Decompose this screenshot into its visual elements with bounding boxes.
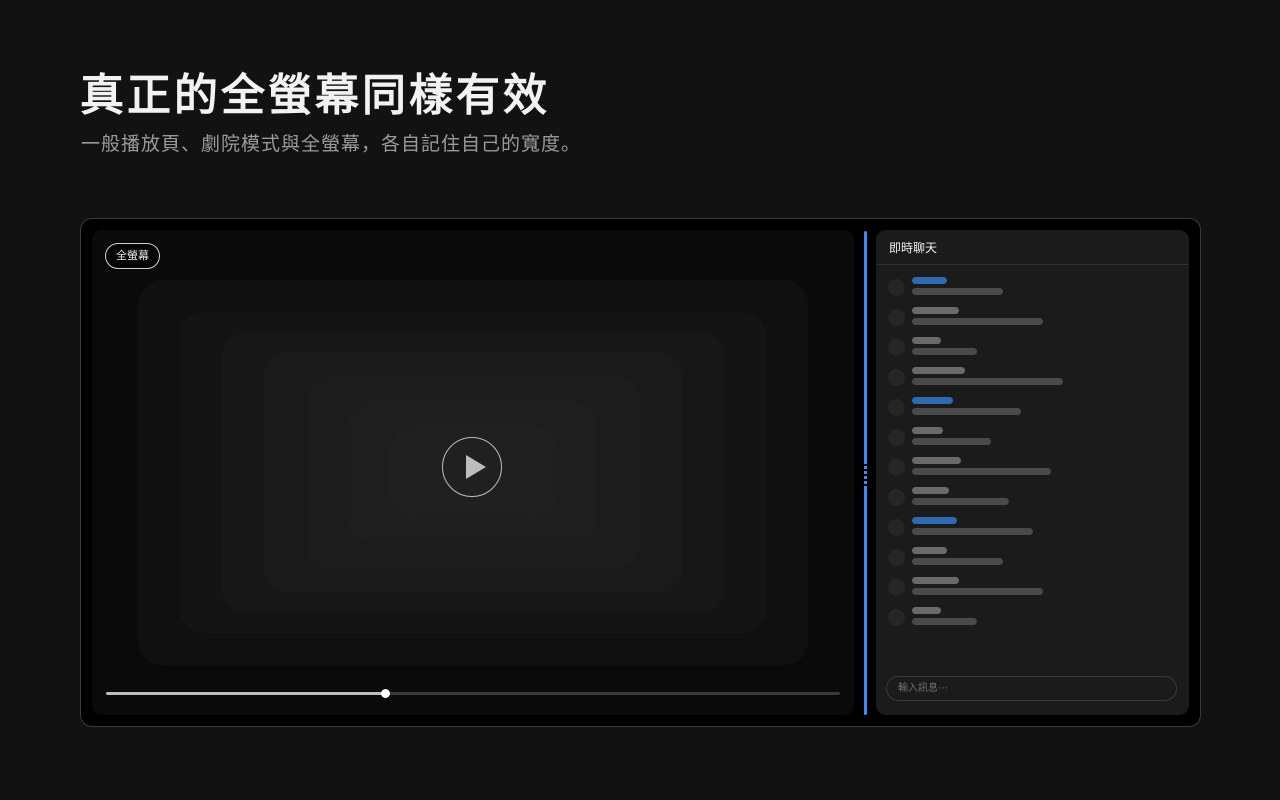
message-author-placeholder bbox=[912, 457, 961, 464]
message-author-placeholder bbox=[912, 397, 953, 404]
avatar bbox=[888, 279, 905, 296]
message-author-placeholder bbox=[912, 487, 949, 494]
chat-message bbox=[876, 307, 1189, 337]
chat-message bbox=[876, 547, 1189, 577]
message-text-placeholder bbox=[912, 348, 977, 355]
chat-message bbox=[876, 337, 1189, 367]
message-text-placeholder bbox=[912, 528, 1033, 535]
avatar bbox=[888, 579, 905, 596]
chat-message bbox=[876, 517, 1189, 547]
demo-frame: 全螢幕 即時聊天 bbox=[80, 218, 1201, 727]
chat-message bbox=[876, 457, 1189, 487]
message-text-placeholder bbox=[912, 558, 1003, 565]
resize-handle[interactable] bbox=[862, 231, 869, 715]
message-text-placeholder bbox=[912, 498, 1009, 505]
avatar bbox=[888, 459, 905, 476]
page-subtitle: 一般播放頁、劇院模式與全螢幕，各自記住自己的寬度。 bbox=[81, 133, 582, 155]
chat-message-input[interactable] bbox=[886, 676, 1177, 701]
message-author-placeholder bbox=[912, 547, 947, 554]
avatar bbox=[888, 339, 905, 356]
play-icon bbox=[466, 455, 486, 479]
message-text-placeholder bbox=[912, 288, 1003, 295]
message-text-placeholder bbox=[912, 438, 991, 445]
message-author-placeholder bbox=[912, 337, 941, 344]
message-text-placeholder bbox=[912, 588, 1043, 595]
chat-title: 即時聊天 bbox=[876, 230, 1189, 265]
avatar bbox=[888, 309, 905, 326]
chat-message bbox=[876, 367, 1189, 397]
chat-message bbox=[876, 277, 1189, 307]
message-text-placeholder bbox=[912, 378, 1063, 385]
progress-fill bbox=[106, 692, 385, 695]
message-author-placeholder bbox=[912, 427, 943, 434]
avatar bbox=[888, 399, 905, 416]
avatar bbox=[888, 489, 905, 506]
message-text-placeholder bbox=[912, 318, 1043, 325]
message-text-placeholder bbox=[912, 618, 977, 625]
avatar bbox=[888, 609, 905, 626]
message-author-placeholder bbox=[912, 367, 965, 374]
message-author-placeholder bbox=[912, 607, 941, 614]
grip-icon bbox=[862, 464, 869, 486]
avatar bbox=[888, 549, 905, 566]
chat-message bbox=[876, 577, 1189, 607]
message-author-placeholder bbox=[912, 307, 959, 314]
message-text-placeholder bbox=[912, 408, 1021, 415]
chat-message bbox=[876, 397, 1189, 427]
chat-message bbox=[876, 427, 1189, 457]
play-button[interactable] bbox=[442, 437, 502, 497]
chat-message bbox=[876, 487, 1189, 517]
avatar bbox=[888, 519, 905, 536]
message-author-placeholder bbox=[912, 517, 957, 524]
avatar bbox=[888, 369, 905, 386]
message-text-placeholder bbox=[912, 468, 1051, 475]
chat-message bbox=[876, 607, 1189, 637]
page-title: 真正的全螢幕同樣有效 bbox=[80, 70, 550, 121]
message-author-placeholder bbox=[912, 577, 959, 584]
video-player[interactable]: 全螢幕 bbox=[92, 230, 854, 715]
avatar bbox=[888, 429, 905, 446]
progress-thumb[interactable] bbox=[380, 689, 390, 698]
fullscreen-mode-badge: 全螢幕 bbox=[105, 243, 160, 269]
message-author-placeholder bbox=[912, 277, 947, 284]
chat-message-list bbox=[876, 277, 1189, 637]
chat-panel: 即時聊天 bbox=[876, 230, 1189, 715]
progress-bar[interactable] bbox=[106, 689, 840, 698]
